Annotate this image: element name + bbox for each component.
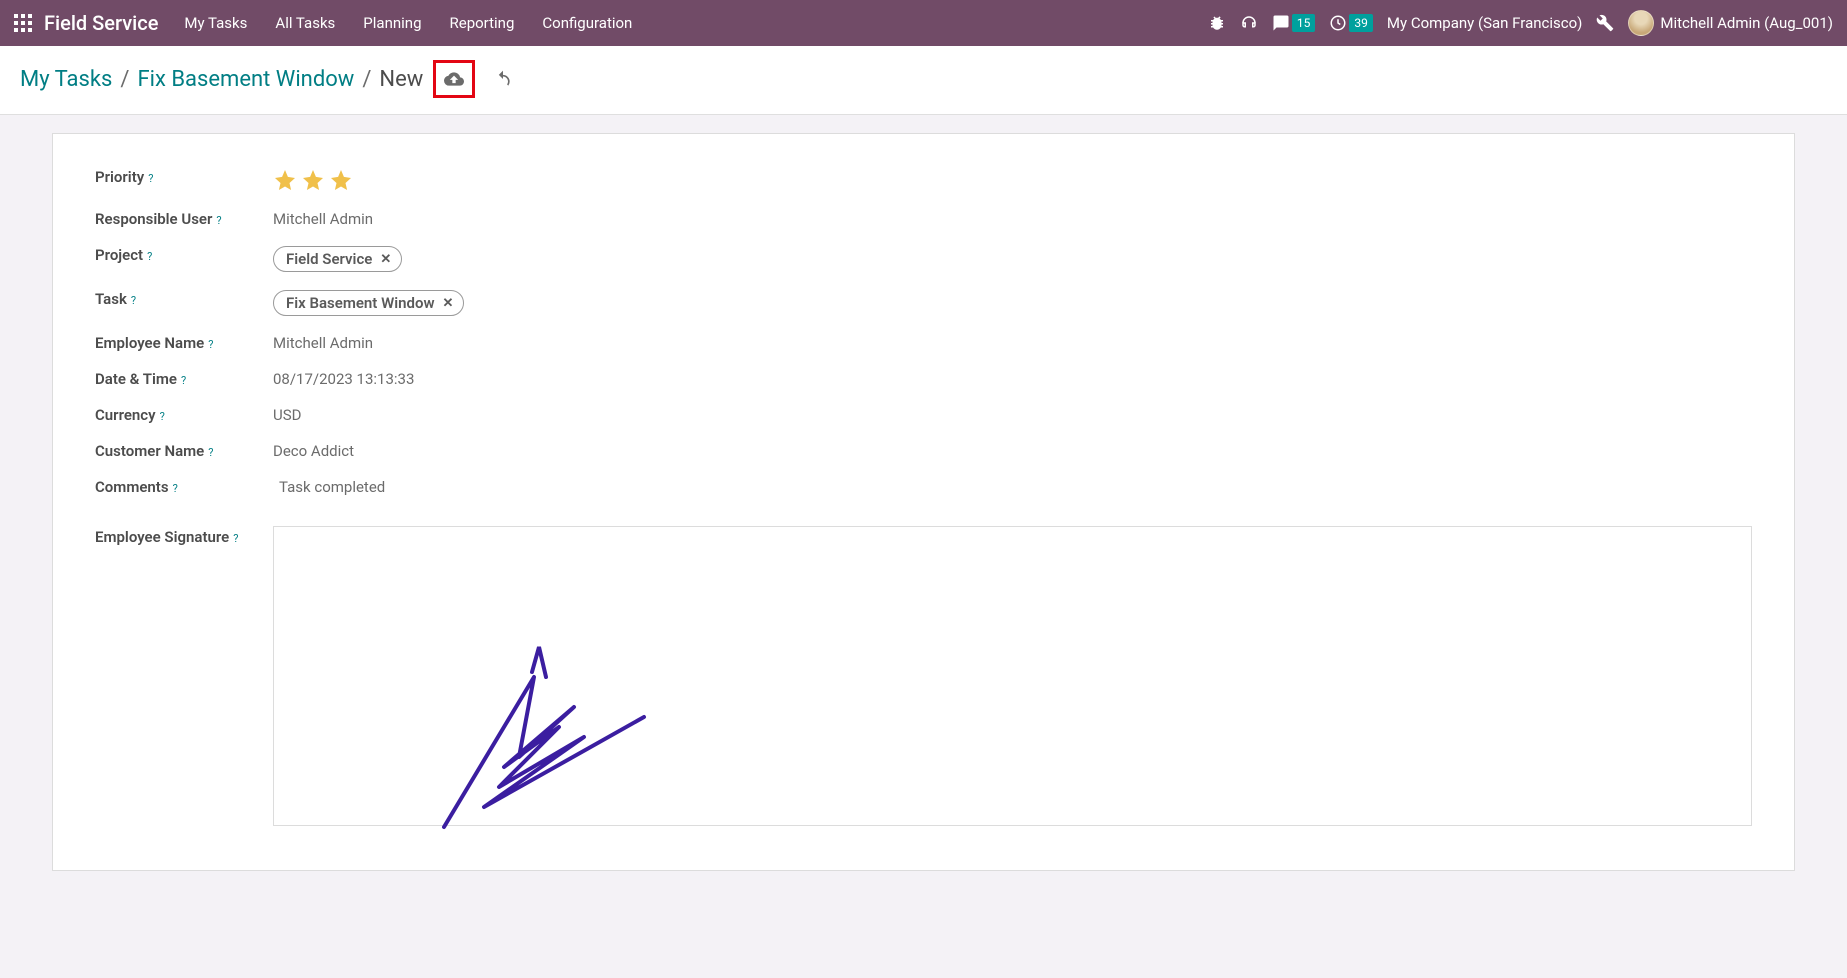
menu-configuration[interactable]: Configuration (542, 14, 632, 32)
menu-all-tasks[interactable]: All Tasks (275, 14, 335, 32)
breadcrumb-current: New (379, 67, 423, 92)
comments-label: Comments (95, 478, 169, 496)
user-menu[interactable]: Mitchell Admin (Aug_001) (1628, 10, 1833, 36)
breadcrumb: My Tasks / Fix Basement Window / New (20, 60, 517, 98)
help-icon[interactable]: ? (131, 294, 136, 307)
employee-value[interactable]: Mitchell Admin (273, 330, 373, 352)
task-tag[interactable]: Fix Basement Window ✕ (273, 290, 464, 316)
field-task: Task ? Fix Basement Window ✕ (95, 286, 1752, 316)
field-customer: Customer Name ? Deco Addict (95, 438, 1752, 460)
field-datetime: Date & Time ? 08/17/2023 13:13:33 (95, 366, 1752, 388)
star-icon[interactable] (329, 168, 353, 192)
support-icon[interactable] (1240, 14, 1258, 32)
star-icon[interactable] (301, 168, 325, 192)
activities-icon[interactable]: 39 (1329, 14, 1373, 32)
field-comments: Comments ? Task completed (95, 474, 1752, 496)
help-icon[interactable]: ? (147, 250, 152, 263)
breadcrumb-sep: / (362, 67, 371, 92)
company-selector[interactable]: My Company (San Francisco) (1387, 14, 1582, 32)
help-icon[interactable]: ? (208, 446, 213, 459)
task-tag-label: Fix Basement Window (286, 294, 435, 312)
user-label: Mitchell Admin (Aug_001) (1660, 14, 1833, 32)
employee-label: Employee Name (95, 334, 204, 352)
currency-value[interactable]: USD (273, 402, 301, 424)
project-tag[interactable]: Field Service ✕ (273, 246, 402, 272)
customer-value[interactable]: Deco Addict (273, 438, 354, 460)
field-priority: Priority ? (95, 164, 1752, 192)
help-icon[interactable]: ? (233, 532, 238, 545)
help-icon[interactable]: ? (181, 374, 186, 387)
project-label: Project (95, 246, 143, 264)
breadcrumb-level1[interactable]: My Tasks (20, 67, 112, 92)
systray: 15 39 My Company (San Francisco) Mitchel… (1208, 10, 1839, 36)
messages-badge: 15 (1292, 14, 1316, 32)
help-icon[interactable]: ? (208, 338, 213, 351)
datetime-label: Date & Time (95, 370, 177, 388)
content-area: Priority ? Responsible User ? Mitchell A… (0, 115, 1847, 978)
breadcrumb-sep: / (120, 67, 129, 92)
save-highlight (433, 60, 475, 98)
user-avatar (1628, 10, 1654, 36)
activities-badge: 39 (1349, 14, 1373, 32)
save-button[interactable] (440, 65, 468, 93)
close-icon[interactable]: ✕ (443, 296, 454, 311)
currency-label: Currency (95, 406, 156, 424)
menu-my-tasks[interactable]: My Tasks (184, 14, 247, 32)
control-bar: My Tasks / Fix Basement Window / New (0, 46, 1847, 115)
responsible-value[interactable]: Mitchell Admin (273, 206, 373, 228)
field-project: Project ? Field Service ✕ (95, 242, 1752, 272)
help-icon[interactable]: ? (160, 410, 165, 423)
signature-drawing (384, 617, 784, 837)
top-navbar: Field Service My Tasks All Tasks Plannin… (0, 0, 1847, 46)
apps-icon[interactable] (8, 8, 38, 38)
tools-icon[interactable] (1596, 14, 1614, 32)
main-menu: My Tasks All Tasks Planning Reporting Co… (184, 14, 632, 32)
signature-label: Employee Signature (95, 528, 229, 546)
breadcrumb-level2[interactable]: Fix Basement Window (137, 67, 354, 92)
field-currency: Currency ? USD (95, 402, 1752, 424)
responsible-label: Responsible User (95, 210, 212, 228)
bug-icon[interactable] (1208, 14, 1226, 32)
datetime-value[interactable]: 08/17/2023 13:13:33 (273, 366, 414, 388)
project-tag-label: Field Service (286, 250, 372, 268)
signature-box[interactable] (273, 526, 1752, 826)
star-icon[interactable] (273, 168, 297, 192)
help-icon[interactable]: ? (148, 172, 153, 185)
help-icon[interactable]: ? (216, 214, 221, 227)
customer-label: Customer Name (95, 442, 204, 460)
help-icon[interactable]: ? (173, 482, 178, 495)
priority-label: Priority (95, 168, 144, 186)
form-sheet: Priority ? Responsible User ? Mitchell A… (52, 133, 1795, 871)
priority-stars[interactable] (273, 164, 353, 192)
discard-button[interactable] (489, 65, 517, 93)
app-brand[interactable]: Field Service (44, 11, 158, 35)
task-label: Task (95, 290, 127, 308)
menu-planning[interactable]: Planning (363, 14, 421, 32)
field-responsible: Responsible User ? Mitchell Admin (95, 206, 1752, 228)
messages-icon[interactable]: 15 (1272, 14, 1316, 32)
close-icon[interactable]: ✕ (380, 252, 391, 267)
comments-value[interactable]: Task completed (273, 474, 385, 496)
menu-reporting[interactable]: Reporting (450, 14, 515, 32)
field-employee: Employee Name ? Mitchell Admin (95, 330, 1752, 352)
field-signature: Employee Signature ? (95, 524, 1752, 826)
